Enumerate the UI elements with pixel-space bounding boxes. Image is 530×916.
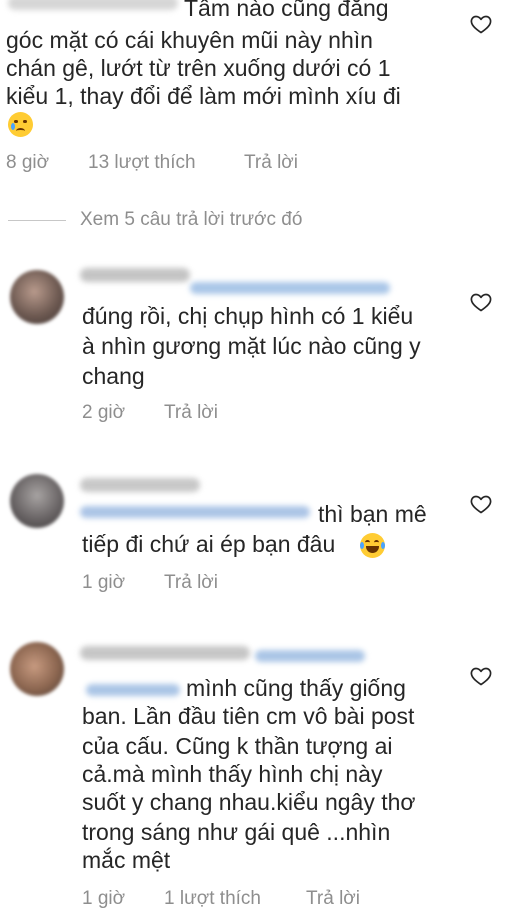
heart-outline-icon[interactable] [469,12,493,36]
blurred-username [8,0,178,10]
heart-outline-icon[interactable] [469,492,493,516]
crying-face-emoji [8,112,33,137]
comment-text-line: chang [82,363,145,389]
reply-comment: mình cũng thấy giống ban. Lần đầu tiên c… [0,632,530,916]
comment-text-line: góc mặt có cái khuyên mũi này nhìn [6,27,373,53]
avatar[interactable] [10,642,64,696]
comment-time: 1 giờ [82,888,126,909]
comment-time: 1 giờ [82,572,126,593]
comment-text-line: thì bạn mê [318,501,427,527]
comment-time: 2 giờ [82,402,126,423]
view-previous-replies[interactable]: Xem 5 câu trả lời trước đó [0,206,530,240]
comment-text-line: trong sáng như gái quê ...nhìn [82,819,391,845]
blurred-username [80,478,200,492]
reply-button[interactable]: Trả lời [306,888,360,910]
reply-comment: thì bạn mê tiếp đi chứ ai ép bạn đâu 1 g… [0,462,530,602]
comment-text-line: mình cũng thấy giống [186,675,406,701]
reply-button[interactable]: Trả lời [164,402,218,424]
view-replies-label[interactable]: Xem 5 câu trả lời trước đó [80,209,302,231]
comment-text-line: cả.mà mình thấy hình chị này [82,761,383,787]
comment-text-line: tiếp đi chứ ai ép bạn đâu [82,531,336,557]
avatar[interactable] [10,270,64,324]
comment-text-line: chán gê, lướt từ trên xuống dưới có 1 [6,55,391,81]
avatar[interactable] [10,474,64,528]
blurred-mention [86,684,180,696]
reply-button[interactable]: Trả lời [244,152,298,174]
reply-button[interactable]: Trả lời [164,572,218,594]
blurred-mention [255,650,365,662]
blurred-username [80,268,190,282]
blurred-username [80,646,250,660]
heart-outline-icon[interactable] [469,290,493,314]
comment-text-line: suốt y chang nhau.kiểu ngây thơ [82,789,416,815]
heart-outline-icon[interactable] [469,664,493,688]
comment-text-line: Tấm nào cũng đăng [184,0,389,21]
comment-likes-count[interactable]: 13 lượt thích [88,152,196,174]
comment-text-line: đúng rồi, chị chụp hình có 1 kiểu [82,303,414,329]
comment-text-line: mắc mệt [82,847,171,873]
comment-top: Tấm nào cũng đăng góc mặt có cái khuyên … [0,0,530,185]
reply-comment: đúng rồi, chị chụp hình có 1 kiểu à nhìn… [0,260,530,435]
comment-text-line: kiểu 1, thay đổi để làm mới mình xíu đi [6,83,401,109]
blurred-mention [80,506,310,518]
comment-text-line: của cấu. Cũng k thần tượng ai [82,733,393,759]
comment-text-line: à nhìn gương mặt lúc nào cũng y [82,333,421,359]
blurred-mention [190,282,390,294]
divider-line [8,220,66,221]
tears-of-joy-emoji [360,533,385,558]
comment-time: 8 giờ [6,152,50,173]
comment-text-line: ban. Lần đầu tiên cm vô bài post [82,703,415,729]
comment-likes-count[interactable]: 1 lượt thích [164,888,261,910]
